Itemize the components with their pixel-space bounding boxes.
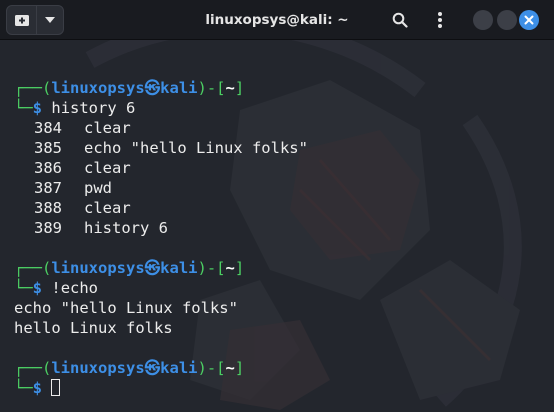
text-cursor (51, 379, 61, 396)
output-line: hello Linux folks (14, 319, 173, 337)
close-icon (524, 15, 534, 25)
minimize-button[interactable] (473, 10, 493, 30)
maximize-button[interactable] (497, 10, 517, 30)
command-text: history 6 (51, 99, 136, 117)
history-row: 385 echo "hello Linux folks" (34, 139, 308, 157)
prompt-line-top: ┌──(linuxopsys㉿kali)-[~] (14, 359, 245, 377)
new-tab-group (6, 5, 64, 35)
history-row: 386 clear (34, 159, 131, 177)
chevron-down-icon (45, 17, 56, 23)
output-line: echo "hello Linux folks" (14, 299, 238, 317)
menu-button[interactable] (428, 8, 452, 32)
prompt-line-top: ┌──(linuxopsys㉿kali)-[~] (14, 259, 245, 277)
history-row: 388 clear (34, 199, 131, 217)
search-button[interactable] (388, 8, 412, 32)
kebab-menu-icon (438, 12, 442, 28)
new-tab-dropdown-button[interactable] (37, 6, 63, 34)
command-text: !echo (51, 279, 99, 297)
prompt-line-top: ┌──(linuxopsys㉿kali)-[~] (14, 79, 245, 97)
new-tab-button[interactable] (7, 6, 38, 34)
prompt-line-command: └─$ (14, 378, 61, 398)
history-row: 387 pwd (34, 179, 112, 197)
header-bar: linuxopsys@kali: ~ (0, 0, 554, 40)
new-tab-icon (14, 15, 29, 26)
prompt-line-command: └─$ !echo (14, 279, 99, 297)
search-icon (392, 12, 408, 28)
history-row: 384 clear (34, 119, 131, 137)
prompt-line-command: └─$ history 6 (14, 99, 136, 117)
history-row: 389 history 6 (34, 219, 168, 237)
terminal-output[interactable]: ┌──(linuxopsys㉿kali)-[~] └─$ history 6 3… (0, 40, 554, 412)
close-button[interactable] (519, 10, 539, 30)
window-title: linuxopsys@kali: ~ (205, 12, 349, 28)
terminal-window: linuxopsys@kali: ~ ┌──(linuxopsys㉿kali)-… (0, 0, 554, 412)
